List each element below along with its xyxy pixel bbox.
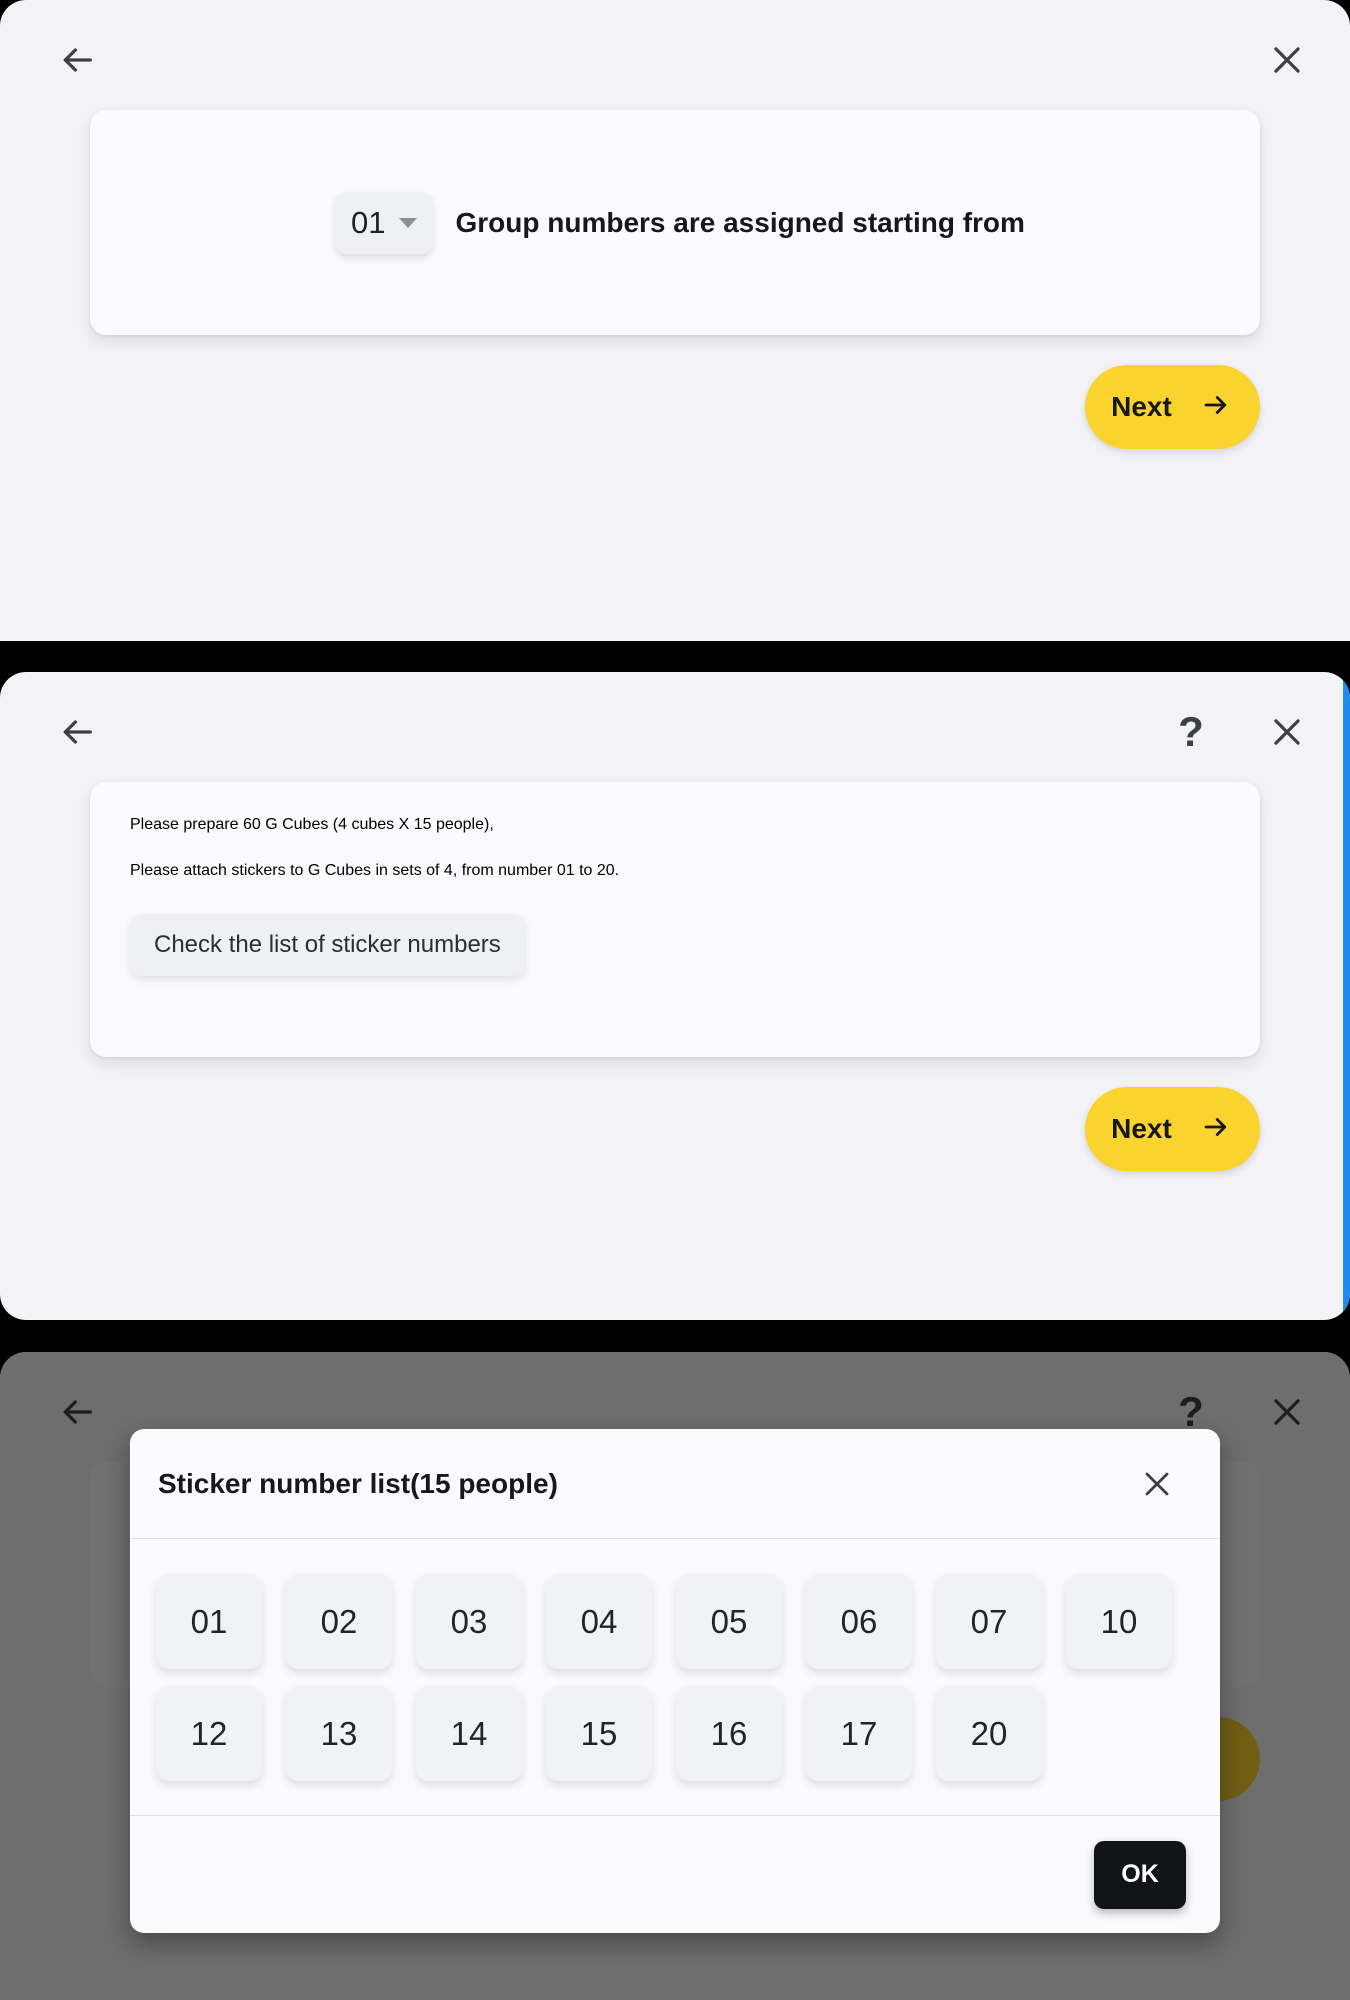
- sticker-number-cell[interactable]: 05: [676, 1575, 782, 1669]
- dialog-footer: OK: [130, 1815, 1220, 1933]
- chevron-down-icon: [399, 217, 418, 228]
- screens-stack: 01 Group numbers are assigned starting f…: [0, 0, 1350, 2000]
- sticker-number-cell[interactable]: 14: [416, 1687, 522, 1781]
- sticker-number-cell[interactable]: 03: [416, 1575, 522, 1669]
- sticker-number-cell[interactable]: 12: [156, 1687, 262, 1781]
- arrow-right-icon: [1198, 1112, 1234, 1147]
- panel-separator-1: [0, 641, 1350, 672]
- screen-group-number: 01 Group numbers are assigned starting f…: [0, 0, 1350, 641]
- next-button-label: Next: [1111, 1113, 1172, 1144]
- sticker-number-dialog: Sticker number list(15 people) 01 02 03 …: [130, 1429, 1220, 1933]
- help-icon[interactable]: ?: [1162, 703, 1220, 761]
- sticker-number-cell[interactable]: 10: [1066, 1575, 1172, 1669]
- back-icon[interactable]: [48, 31, 106, 89]
- sticker-number-cell[interactable]: 02: [286, 1575, 392, 1669]
- help-icon-glyph: ?: [1178, 708, 1204, 755]
- sticker-number-cell[interactable]: 17: [806, 1687, 912, 1781]
- dialog-body: 01 02 03 04 05 06 07 10 12 13 14 15 16 1…: [130, 1539, 1220, 1815]
- close-icon[interactable]: [1258, 703, 1316, 761]
- screen1-topbar: [0, 0, 1350, 120]
- group-start-select[interactable]: 01: [335, 191, 434, 254]
- close-icon[interactable]: [1258, 31, 1316, 89]
- group-number-label: Group numbers are assigned starting from: [455, 206, 1025, 238]
- next-button-label: Next: [1111, 391, 1172, 422]
- screen2-topbar: ?: [0, 672, 1350, 792]
- next-button[interactable]: Next: [1085, 365, 1260, 449]
- sticker-number-row: 01 02 03 04 05 06 07 10: [156, 1575, 1194, 1669]
- sticker-number-cell[interactable]: 20: [936, 1687, 1042, 1781]
- sticker-number-cell[interactable]: 16: [676, 1687, 782, 1781]
- back-icon[interactable]: [48, 703, 106, 761]
- next-button[interactable]: Next: [1085, 1087, 1260, 1171]
- sticker-number-cell[interactable]: 06: [806, 1575, 912, 1669]
- instruction-line-2: Please attach stickers to G Cubes in set…: [130, 862, 620, 879]
- check-sticker-list-button[interactable]: Check the list of sticker numbers: [130, 914, 525, 976]
- screen-instructions: ? Please prepare 60 G Cubes (4 cubes X 1…: [0, 672, 1350, 1320]
- instruction-line-1: Please prepare 60 G Cubes (4 cubes X 15 …: [130, 816, 494, 833]
- sticker-number-cell[interactable]: 07: [936, 1575, 1042, 1669]
- dialog-close-icon[interactable]: [1128, 1455, 1186, 1513]
- sticker-number-cell[interactable]: 01: [156, 1575, 262, 1669]
- screen-sticker-dialog: ? Sticker number list(15 people): [0, 1352, 1350, 2000]
- group-number-row: 01 Group numbers are assigned starting f…: [90, 191, 1025, 254]
- ok-button[interactable]: OK: [1094, 1840, 1186, 1909]
- dialog-header: Sticker number list(15 people): [130, 1429, 1220, 1539]
- instructions-card: Please prepare 60 G Cubes (4 cubes X 15 …: [90, 782, 1260, 1057]
- sticker-number-cell[interactable]: 15: [546, 1687, 652, 1781]
- group-start-value: 01: [351, 204, 386, 240]
- dialog-title: Sticker number list(15 people): [158, 1467, 558, 1499]
- sticker-number-cell[interactable]: 13: [286, 1687, 392, 1781]
- sticker-number-cell[interactable]: 04: [546, 1575, 652, 1669]
- group-number-card: 01 Group numbers are assigned starting f…: [90, 110, 1260, 335]
- panel-separator-2: [0, 1320, 1350, 1352]
- arrow-right-icon: [1198, 390, 1234, 425]
- sticker-number-row: 12 13 14 15 16 17 20: [156, 1687, 1194, 1781]
